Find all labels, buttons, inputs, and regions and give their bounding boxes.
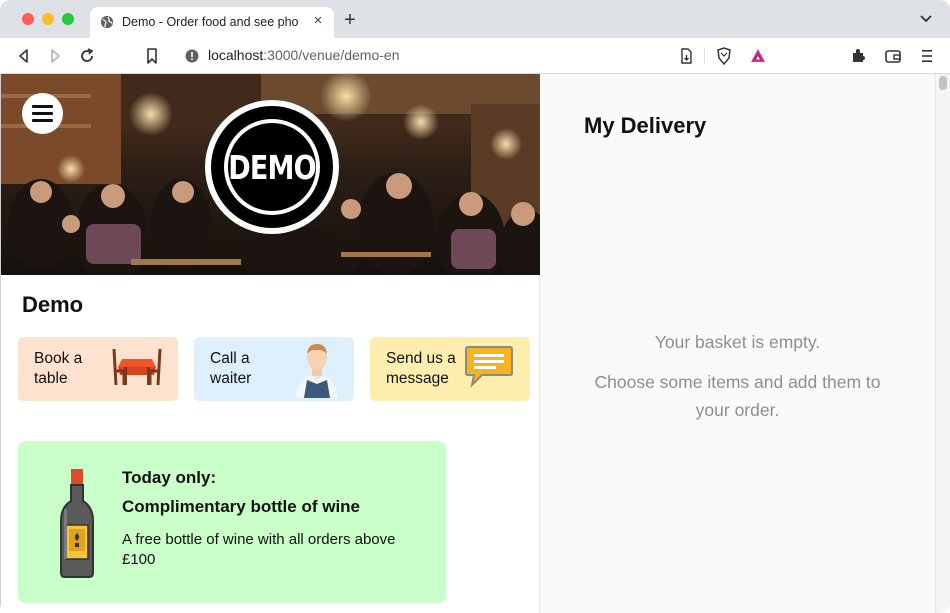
browser-window: Demo - Order food and see pho × + localh… <box>0 0 950 613</box>
promo-headline: Today only: <box>122 468 217 487</box>
brave-rewards-icon[interactable] <box>748 46 768 66</box>
reload-icon[interactable] <box>77 46 97 66</box>
chevron-down-icon[interactable] <box>918 13 934 25</box>
address-bar[interactable]: localhost:3000/venue/demo-en <box>208 47 399 63</box>
url-path: :3000/venue/demo-en <box>263 47 400 63</box>
venue-title: Demo <box>22 292 84 317</box>
scrollbar-thumb[interactable] <box>939 76 947 90</box>
promo-description: A free bottle of wine with all orders ab… <box>122 531 396 568</box>
toolbar-divider <box>704 48 705 64</box>
page-scrollbar[interactable] <box>935 74 950 613</box>
promo-title: Complimentary bottle of wine <box>122 497 361 516</box>
wine-bottle-icon <box>60 469 94 578</box>
browser-tab[interactable]: Demo - Order food and see pho × <box>90 7 334 38</box>
hero-banner: DEMO <box>1 74 540 275</box>
url-host: localhost <box>208 47 264 63</box>
tab-close-icon[interactable]: × <box>310 13 326 29</box>
wallet-icon[interactable] <box>883 46 903 66</box>
call-waiter-label: Call a waiter <box>210 350 252 387</box>
venue-panel: DEMO Demo Book a table Call a waiter Sen… <box>0 74 540 613</box>
tab-title: Demo - Order food and see pho <box>122 15 299 29</box>
table-chairs-icon <box>112 348 162 386</box>
menu-icon[interactable] <box>917 46 937 66</box>
download-page-icon[interactable] <box>676 46 696 66</box>
hamburger-menu-button[interactable] <box>22 93 63 134</box>
book-table-label: Book a table <box>34 350 83 387</box>
call-waiter-button[interactable]: Call a waiter <box>194 337 354 401</box>
close-window-button[interactable] <box>22 13 34 25</box>
basket-title: My Delivery <box>584 113 707 138</box>
tab-strip: Demo - Order food and see pho × + <box>0 0 950 38</box>
chat-bubble-icon <box>465 346 513 389</box>
new-tab-button[interactable]: + <box>340 10 360 30</box>
basket-panel: My Delivery Your basket is empty. Choose… <box>540 74 935 613</box>
forward-icon[interactable] <box>45 46 65 66</box>
logo-disc: DEMO <box>211 106 333 228</box>
promo-card[interactable]: Today only: Complimentary bottle of wine… <box>18 441 446 603</box>
book-table-button[interactable]: Book a table <box>18 337 178 401</box>
globe-icon <box>100 15 114 29</box>
waiter-icon <box>296 344 338 398</box>
basket-empty-hint: Choose some items and add them to your o… <box>594 372 881 420</box>
browser-toolbar: localhost:3000/venue/demo-en <box>0 38 950 74</box>
web-page: DEMO Demo Book a table Call a waiter Sen… <box>0 74 950 613</box>
maximize-window-button[interactable] <box>62 13 74 25</box>
basket-empty-message: Your basket is empty. <box>654 332 821 352</box>
back-icon[interactable] <box>14 46 34 66</box>
brave-shield-icon[interactable] <box>714 46 734 66</box>
extensions-icon[interactable] <box>849 46 869 66</box>
logo-text: DEMO <box>228 148 316 187</box>
site-info-icon[interactable] <box>182 46 202 66</box>
hamburger-line <box>32 119 53 122</box>
hamburger-line <box>32 105 53 108</box>
minimize-window-button[interactable] <box>42 13 54 25</box>
hamburger-line <box>32 112 53 115</box>
send-message-button[interactable]: Send us a message <box>370 337 530 401</box>
send-message-label: Send us a message <box>386 350 456 387</box>
venue-logo: DEMO <box>205 100 339 234</box>
bookmark-icon[interactable] <box>142 46 162 66</box>
